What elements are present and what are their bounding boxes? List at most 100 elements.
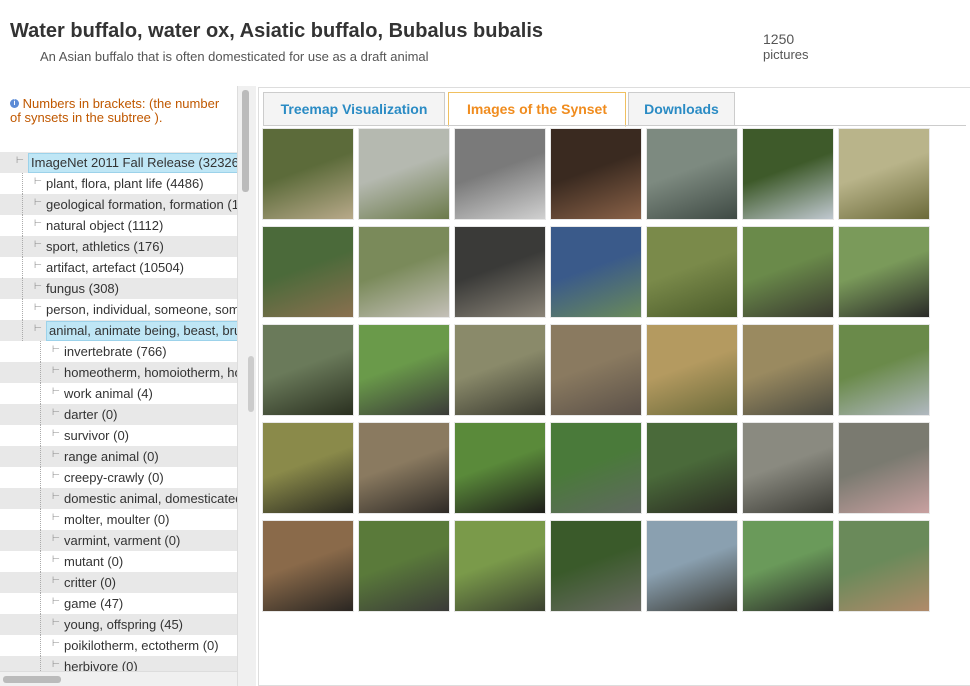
tree-horizontal-scrollbar[interactable]: [0, 671, 237, 686]
tree-item-label[interactable]: person, individual, someone, somebody, m…: [46, 299, 237, 320]
tree-item-label[interactable]: darter (0): [64, 404, 117, 425]
tree-expander-icon[interactable]: ⊢: [34, 219, 43, 228]
synset-image-thumbnail[interactable]: [551, 423, 641, 513]
tree-item-label[interactable]: geological formation, formation (175): [46, 194, 237, 215]
synset-image-thumbnail[interactable]: [647, 227, 737, 317]
tree-expander-icon[interactable]: ⊢: [52, 534, 61, 543]
tree-item[interactable]: ⊢animal, animate being, beast, brute, cr…: [0, 320, 237, 341]
synset-image-thumbnail[interactable]: [455, 325, 545, 415]
tree-item[interactable]: ⊢domestic animal, domesticated animal (2…: [0, 488, 237, 509]
synset-image-thumbnail[interactable]: [743, 423, 833, 513]
tree-item-label[interactable]: young, offspring (45): [64, 614, 183, 635]
tree-item[interactable]: ⊢ natural object (1112): [0, 215, 237, 236]
tree-item-label[interactable]: plant, flora, plant life (4486): [46, 173, 204, 194]
tree-expander-icon[interactable]: ⊢: [34, 324, 43, 333]
tree-item[interactable]: ⊢ molter, moulter (0): [0, 509, 237, 530]
tree-item[interactable]: ⊢ varmint, varment (0): [0, 530, 237, 551]
tree-expander-icon[interactable]: ⊢: [52, 450, 61, 459]
tree-item[interactable]: ⊢ critter (0): [0, 572, 237, 593]
tree-item-label[interactable]: range animal (0): [64, 446, 159, 467]
tree-item[interactable]: ⊢ invertebrate (766): [0, 341, 237, 362]
tree-expander-icon[interactable]: ⊢: [16, 156, 25, 165]
synset-image-thumbnail[interactable]: [551, 129, 641, 219]
tree-expander-icon[interactable]: ⊢: [52, 471, 61, 480]
tree-item[interactable]: ⊢ plant, flora, plant life (4486): [0, 173, 237, 194]
tree-item-label[interactable]: ImageNet 2011 Fall Release (32326): [28, 153, 237, 173]
tree-item-label[interactable]: animal, animate being, beast, brute, cre…: [46, 321, 237, 341]
synset-image-thumbnail[interactable]: [839, 325, 929, 415]
tree-item-label[interactable]: natural object (1112): [46, 215, 163, 236]
tree-item[interactable]: ⊢ ImageNet 2011 Fall Release (32326): [0, 152, 237, 173]
tree-expander-icon[interactable]: ⊢: [52, 387, 61, 396]
tab-treemap-visualization[interactable]: Treemap Visualization: [263, 92, 445, 126]
scrollbar-thumb[interactable]: [242, 90, 249, 192]
tree-item-label[interactable]: sport, athletics (176): [46, 236, 164, 257]
tree-item[interactable]: ⊢ survivor (0): [0, 425, 237, 446]
tree-item[interactable]: ⊢ fungus (308): [0, 278, 237, 299]
tree-expander-icon[interactable]: ⊢: [52, 345, 61, 354]
synset-image-thumbnail[interactable]: [359, 423, 449, 513]
tree-item-label[interactable]: work animal (4): [64, 383, 153, 404]
tree-item[interactable]: ⊢ work animal (4): [0, 383, 237, 404]
tree-expander-icon[interactable]: ⊢: [52, 492, 61, 501]
tree-item[interactable]: ⊢ game (47): [0, 593, 237, 614]
tree-expander-icon[interactable]: ⊢: [34, 198, 43, 207]
tree-expander-icon[interactable]: ⊢: [52, 408, 61, 417]
tree-item[interactable]: ⊢ sport, athletics (176): [0, 236, 237, 257]
tree-item[interactable]: ⊢ darter (0): [0, 404, 237, 425]
tree-item-label[interactable]: creepy-crawly (0): [64, 467, 164, 488]
tree-item-label[interactable]: fungus (308): [46, 278, 119, 299]
tree-expander-icon[interactable]: ⊢: [52, 366, 61, 375]
tree-item-label[interactable]: varmint, varment (0): [64, 530, 180, 551]
tree-item[interactable]: ⊢ mutant (0): [0, 551, 237, 572]
tree-item-label[interactable]: homeotherm, homoiotherm, homoitherm (0): [64, 362, 237, 383]
tree-item[interactable]: ⊢homeotherm, homoiotherm, homoitherm (0): [0, 362, 237, 383]
scrollbar-thumb-secondary[interactable]: [248, 356, 254, 412]
synset-image-thumbnail[interactable]: [743, 227, 833, 317]
tab-downloads[interactable]: Downloads: [628, 92, 735, 126]
tree-item[interactable]: ⊢person, individual, someone, somebody, …: [0, 299, 237, 320]
tab-images-of-the-synset[interactable]: Images of the Synset: [448, 92, 626, 127]
synset-image-thumbnail[interactable]: [647, 129, 737, 219]
tree-item-label[interactable]: critter (0): [64, 572, 116, 593]
tree-item[interactable]: ⊢ creepy-crawly (0): [0, 467, 237, 488]
tree-item-label[interactable]: mutant (0): [64, 551, 123, 572]
synset-image-thumbnail[interactable]: [839, 129, 929, 219]
tree-item[interactable]: ⊢ poikilotherm, ectotherm (0): [0, 635, 237, 656]
synset-image-thumbnail[interactable]: [839, 423, 929, 513]
tree-vertical-scrollbar[interactable]: [237, 86, 256, 686]
synset-image-thumbnail[interactable]: [359, 325, 449, 415]
synset-image-thumbnail[interactable]: [647, 325, 737, 415]
synset-image-thumbnail[interactable]: [647, 521, 737, 611]
tree-item[interactable]: ⊢ geological formation, formation (175): [0, 194, 237, 215]
synset-image-thumbnail[interactable]: [551, 521, 641, 611]
synset-image-thumbnail[interactable]: [647, 423, 737, 513]
tree-item-label[interactable]: molter, moulter (0): [64, 509, 169, 530]
tree-expander-icon[interactable]: ⊢: [52, 513, 61, 522]
tree-expander-icon[interactable]: ⊢: [34, 282, 43, 291]
synset-image-thumbnail[interactable]: [263, 325, 353, 415]
synset-image-thumbnail[interactable]: [839, 227, 929, 317]
synset-image-thumbnail[interactable]: [359, 227, 449, 317]
tree-expander-icon[interactable]: ⊢: [52, 429, 61, 438]
synset-image-thumbnail[interactable]: [743, 129, 833, 219]
tree-expander-icon[interactable]: ⊢: [52, 639, 61, 648]
synset-image-thumbnail[interactable]: [263, 423, 353, 513]
tree-expander-icon[interactable]: ⊢: [52, 618, 61, 627]
tree-item-label[interactable]: survivor (0): [64, 425, 129, 446]
tree-expander-icon[interactable]: ⊢: [34, 303, 43, 312]
tree-item[interactable]: ⊢ young, offspring (45): [0, 614, 237, 635]
tree-item[interactable]: ⊢ artifact, artefact (10504): [0, 257, 237, 278]
synset-image-thumbnail[interactable]: [455, 227, 545, 317]
synset-image-thumbnail[interactable]: [455, 521, 545, 611]
synset-image-thumbnail[interactable]: [359, 129, 449, 219]
tree-item-label[interactable]: game (47): [64, 593, 123, 614]
tree-expander-icon[interactable]: ⊢: [52, 555, 61, 564]
synset-image-thumbnail[interactable]: [359, 521, 449, 611]
tree-expander-icon[interactable]: ⊢: [34, 177, 43, 186]
tree-item-label[interactable]: domestic animal, domesticated animal (21…: [64, 488, 237, 509]
synset-image-thumbnail[interactable]: [263, 129, 353, 219]
tree-item[interactable]: ⊢ range animal (0): [0, 446, 237, 467]
synset-image-thumbnail[interactable]: [839, 521, 929, 611]
synset-image-thumbnail[interactable]: [455, 423, 545, 513]
